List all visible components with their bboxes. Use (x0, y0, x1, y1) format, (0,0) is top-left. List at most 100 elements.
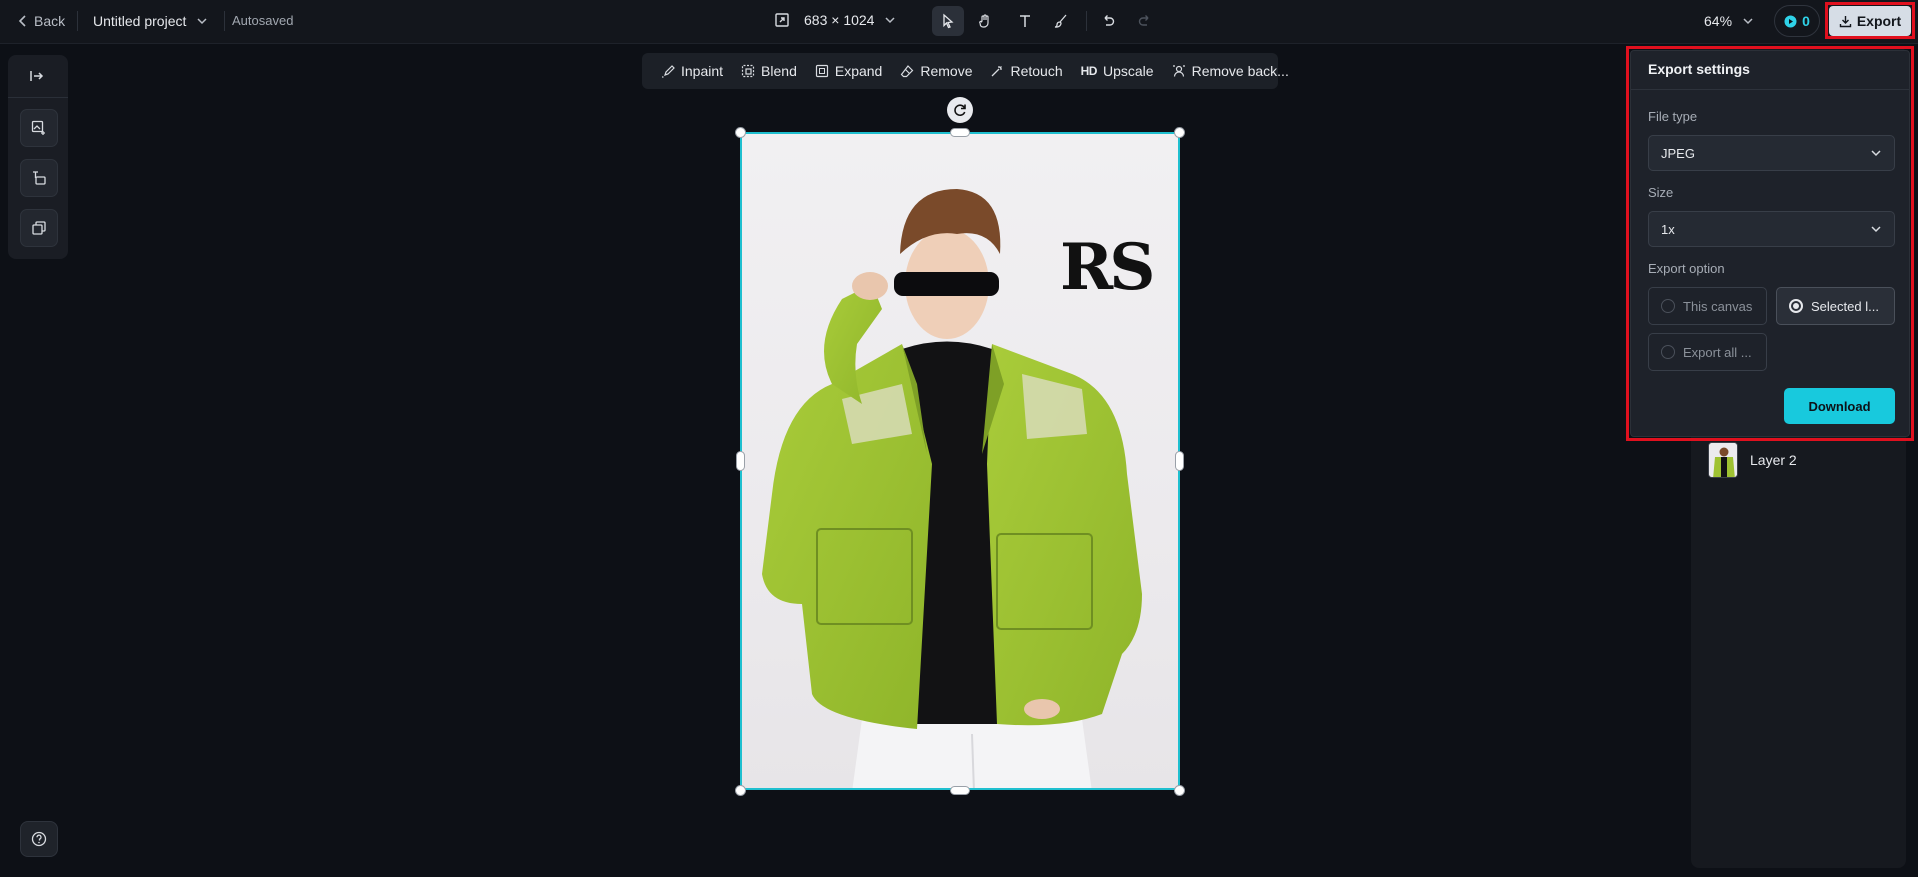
remove-button[interactable]: Remove (891, 63, 981, 79)
rotate-icon (952, 102, 968, 118)
divider (224, 11, 225, 31)
canvas-size-dropdown[interactable]: 683 × 1024 (774, 12, 896, 28)
divider (8, 97, 68, 98)
text-icon (1017, 13, 1033, 29)
top-bar: Back Untitled project Autosaved 683 × 10… (0, 0, 1918, 44)
resize-handle-bottom[interactable] (950, 786, 970, 795)
brush-icon (1053, 13, 1069, 29)
help-button[interactable] (20, 821, 58, 857)
chevron-down-icon (1870, 147, 1882, 159)
rotate-handle[interactable] (947, 97, 973, 123)
export-settings-panel: Export settings File type JPEG Size 1x E… (1630, 50, 1910, 437)
size-value: 1x (1661, 221, 1675, 237)
option-label: This canvas (1683, 298, 1753, 314)
resize-handle-bottom-left[interactable] (735, 785, 746, 796)
file-type-label: File type (1648, 109, 1698, 124)
brand-logo: RS (1060, 230, 1155, 305)
undo-button[interactable] (1092, 6, 1124, 36)
layer-thumbnail (1708, 442, 1738, 478)
radio-icon (1661, 345, 1675, 359)
help-icon (31, 831, 47, 847)
layer-label: Layer 2 (1750, 452, 1797, 468)
option-this-canvas[interactable]: This canvas (1648, 287, 1767, 325)
divider (77, 11, 78, 31)
download-button[interactable]: Download (1784, 388, 1895, 424)
divider (1086, 11, 1087, 31)
credit-coin-icon (1784, 15, 1797, 28)
file-type-value: JPEG (1661, 145, 1695, 161)
chevron-down-icon (1870, 223, 1882, 235)
remove-label: Remove (920, 63, 973, 79)
size-select[interactable]: 1x (1648, 211, 1895, 247)
option-export-all[interactable]: Export all ... (1648, 333, 1767, 371)
hd-icon: HD (1080, 64, 1098, 78)
chevron-down-icon (884, 14, 896, 26)
redo-button[interactable] (1129, 6, 1161, 36)
credits-count: 0 (1802, 13, 1810, 29)
layer-item[interactable]: Layer 2 (1708, 442, 1797, 478)
expand-panel-icon (28, 67, 46, 85)
resize-handle-right[interactable] (1175, 451, 1184, 471)
edit-toolbar: Inpaint Blend Expand Remove Retouch HD U… (642, 53, 1289, 89)
expand-label: Expand (834, 63, 883, 79)
divider (1631, 89, 1909, 90)
export-button[interactable]: Export (1829, 6, 1911, 36)
brush-tool-button[interactable] (1045, 6, 1077, 36)
option-selected-layer[interactable]: Selected l... (1776, 287, 1895, 325)
remove-background-button[interactable]: Remove back... (1163, 63, 1298, 79)
expand-button[interactable]: Expand (806, 63, 891, 79)
eraser-icon (900, 64, 914, 78)
resize-handle-left[interactable] (736, 451, 745, 471)
chevron-left-icon (16, 14, 30, 28)
resize-handle-top-left[interactable] (735, 127, 746, 138)
resize-icon (774, 12, 790, 28)
left-tool-rail (8, 55, 68, 259)
inpaint-button[interactable]: Inpaint (652, 63, 732, 79)
expand-icon (815, 64, 829, 78)
option-label: Selected l... (1811, 298, 1879, 314)
export-settings-title: Export settings (1648, 61, 1750, 77)
radio-icon (1661, 299, 1675, 313)
text-to-image-button[interactable] (20, 159, 58, 197)
export-label: Export (1856, 13, 1902, 29)
retouch-button[interactable]: Retouch (981, 63, 1071, 79)
add-image-button[interactable] (20, 109, 58, 147)
resize-handle-top[interactable] (950, 128, 970, 137)
layers-button[interactable] (20, 209, 58, 247)
expand-panel-button[interactable] (28, 67, 46, 85)
retouch-icon (990, 64, 1004, 78)
autosave-status: Autosaved (232, 13, 294, 28)
cursor-icon (940, 13, 956, 29)
select-tool-button[interactable] (932, 6, 964, 36)
blend-button[interactable]: Blend (732, 63, 806, 79)
project-name: Untitled project (93, 13, 187, 29)
chevron-down-icon (1742, 15, 1754, 27)
resize-handle-bottom-right[interactable] (1174, 785, 1185, 796)
size-label: Size (1648, 185, 1674, 200)
canvas-image[interactable]: RS (740, 132, 1180, 790)
export-option-label: Export option (1648, 261, 1725, 276)
back-label: Back (34, 13, 66, 29)
hand-icon (977, 13, 993, 29)
hand-tool-button[interactable] (969, 6, 1001, 36)
resize-handle-top-right[interactable] (1174, 127, 1185, 138)
add-image-icon (30, 119, 48, 137)
credits-badge[interactable]: 0 (1774, 5, 1820, 37)
layers-icon (30, 219, 48, 237)
text-image-icon (30, 169, 48, 187)
chevron-down-icon (196, 15, 208, 27)
option-label: Export all ... (1683, 344, 1752, 360)
retouch-label: Retouch (1010, 63, 1063, 79)
text-tool-button[interactable] (1009, 6, 1041, 36)
upscale-button[interactable]: HD Upscale (1072, 63, 1163, 79)
remove-background-label: Remove back... (1191, 63, 1289, 79)
undo-icon (1100, 13, 1116, 29)
project-name-dropdown[interactable]: Untitled project (93, 13, 208, 29)
blend-label: Blend (761, 63, 797, 79)
upscale-label: Upscale (1102, 63, 1154, 79)
zoom-level: 64% (1704, 13, 1733, 29)
back-button[interactable]: Back (16, 13, 65, 29)
radio-selected-icon (1789, 299, 1803, 313)
zoom-dropdown[interactable]: 64% (1704, 13, 1754, 29)
file-type-select[interactable]: JPEG (1648, 135, 1895, 171)
